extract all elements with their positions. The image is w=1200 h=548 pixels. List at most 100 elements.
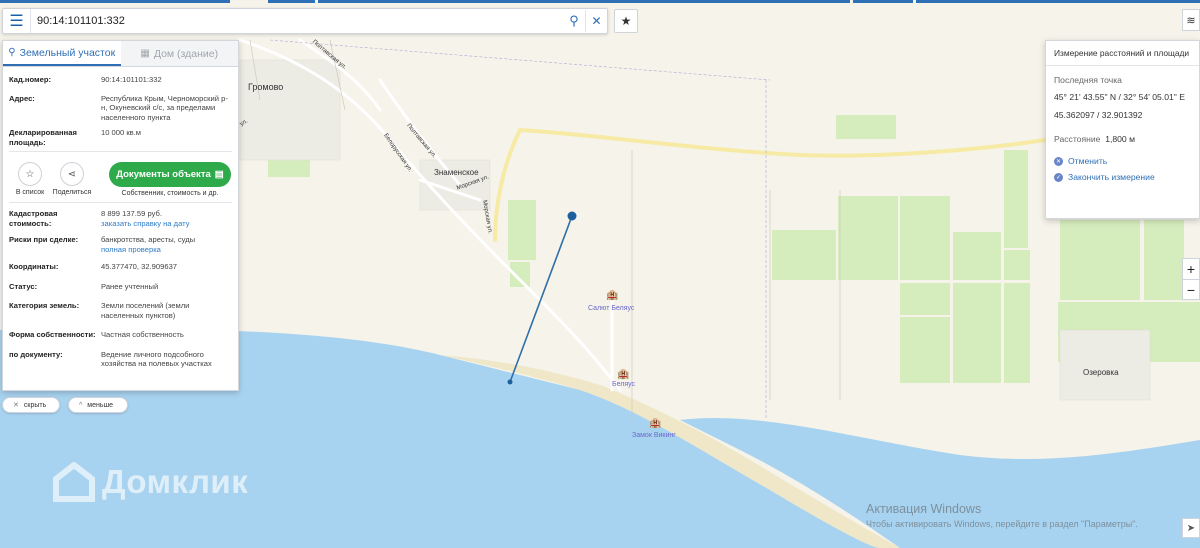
address-label: Адрес: xyxy=(9,93,35,103)
cadastral-value[interactable]: 90:14:101101:332 xyxy=(101,75,232,85)
document-row: по документу: Ведение личного подсобного… xyxy=(3,350,238,369)
document-label: по документу: xyxy=(9,349,63,359)
poi-label-belyaus[interactable]: Беляус xyxy=(612,381,635,388)
last-point-dms: 45° 21' 43.55" N / 32° 54' 05.01" E xyxy=(1054,92,1185,102)
tab-land-plot[interactable]: ⚲ Земельный участок xyxy=(3,41,121,66)
cost-label: Кадастровая стоимость: xyxy=(9,209,58,228)
windows-activation-title: Активация Windows xyxy=(866,502,982,516)
full-check-link[interactable]: полная проверка xyxy=(101,245,232,255)
status-row: Статус: Ранее учтенный xyxy=(3,282,238,292)
risks-value: банкротства, аресты, суды xyxy=(101,235,196,244)
share-button[interactable]: ⋖ Поделиться xyxy=(51,162,93,196)
document-icon: ▤ xyxy=(214,169,224,180)
layers-icon[interactable]: ≋ xyxy=(1182,9,1200,31)
document-value: Ведение личного подсобного хозяйства на … xyxy=(101,349,212,369)
building-icon: ▦ xyxy=(140,48,150,59)
locate-icon[interactable]: ➤ xyxy=(1182,518,1200,538)
share-icon: ⋖ xyxy=(60,162,84,186)
finish-measure-button[interactable]: ✓ Закончить измерение xyxy=(1046,172,1199,182)
land-plot-icon: ⚲ xyxy=(8,47,16,58)
search-icon[interactable]: ⚲ xyxy=(563,10,585,32)
domclick-watermark: Домклик xyxy=(52,462,248,502)
panel-actions: ☆ В список ⋖ Поделиться Документы объект… xyxy=(3,156,238,198)
distance-value: 1,800 м xyxy=(1105,134,1136,144)
category-value: Земли поселений (земли населенных пункто… xyxy=(101,301,190,320)
zoom-control: + − xyxy=(1182,258,1200,300)
top-strip xyxy=(0,0,230,3)
check-icon: ✓ xyxy=(1054,172,1063,182)
measure-panel: Измерение расстояний и площади Последняя… xyxy=(1045,40,1200,219)
menu-icon[interactable]: ☰ xyxy=(3,9,31,33)
cost-row: Кадастровая стоимость: 8 899 137.59 руб.… xyxy=(3,209,238,228)
hide-panel-button[interactable]: ✕ скрыть xyxy=(2,397,60,413)
poi-label-salyut[interactable]: Салют Беляус xyxy=(588,305,634,312)
tab-building[interactable]: ▦ Дом (здание) xyxy=(120,41,238,66)
hotel-icon[interactable]: 🏨 xyxy=(606,290,618,301)
cost-value: 8 899 137.59 руб. xyxy=(101,209,162,218)
ownership-row: Форма собственности: Частная собственнос… xyxy=(3,330,238,340)
category-label: Категория земель: xyxy=(9,301,80,310)
cancel-icon: ✕ xyxy=(1054,156,1063,166)
risks-label: Риски при сделке: xyxy=(9,235,79,244)
zoom-out-button[interactable]: − xyxy=(1183,279,1199,299)
risks-row: Риски при сделке: банкротства, аресты, с… xyxy=(3,235,238,254)
address-value: Республика Крым, Черноморский р-н, Окуне… xyxy=(101,93,228,122)
cadastral-row: Кад.номер: 90:14:101101:332 xyxy=(3,75,238,85)
last-point-label: Последняя точка xyxy=(1054,75,1122,85)
object-info-panel: ⚲ Земельный участок ▦ Дом (здание) Кад.н… xyxy=(2,40,239,391)
cancel-measure-button[interactable]: ✕ Отменить xyxy=(1046,156,1199,166)
tab-label: Земельный участок xyxy=(19,46,116,59)
documents-subtitle: Собственник, стоимость и др. xyxy=(121,190,219,197)
search-bar: ☰ ⚲ ✕ xyxy=(2,8,608,34)
top-strip xyxy=(853,0,913,3)
tab-label: Дом (здание) xyxy=(153,47,219,60)
cancel-label: Отменить xyxy=(1068,156,1108,166)
add-to-list-button[interactable]: ☆ В список xyxy=(9,162,51,196)
measure-point-start xyxy=(507,379,513,385)
object-documents-button[interactable]: Документы объекта ▤ xyxy=(109,162,231,187)
top-strip xyxy=(318,0,850,3)
map-label-znamenskoe: Знаменское xyxy=(434,168,479,177)
poi-label-zamok[interactable]: Замок Викинг xyxy=(632,432,676,439)
zoom-in-button[interactable]: + xyxy=(1183,259,1199,279)
collapse-button[interactable]: ^ меньше xyxy=(68,397,128,413)
status-value: Ранее учтенный xyxy=(101,281,159,291)
hide-label: скрыть xyxy=(23,401,47,409)
star-icon[interactable]: ★ xyxy=(614,9,638,33)
search-input[interactable] xyxy=(31,10,563,32)
house-logo-icon xyxy=(53,462,95,502)
area-label: Декларированная площадь: xyxy=(9,128,77,147)
chevron-up-icon: ^ xyxy=(79,401,83,409)
hotel-icon[interactable]: 🏨 xyxy=(617,369,629,380)
less-label: меньше xyxy=(87,401,114,409)
windows-activation-hint: Чтобы активировать Windows, перейдите в … xyxy=(866,519,1138,529)
documents-label: Документы объекта xyxy=(116,169,211,180)
add-to-list-label: В список xyxy=(15,189,45,196)
ownership-value: Частная собственность xyxy=(101,330,184,339)
map-label-ozerovka: Озеровка xyxy=(1083,368,1119,377)
map-label-gromovo: Громово xyxy=(248,82,284,92)
top-strip xyxy=(916,0,1200,3)
measure-point-end xyxy=(567,211,577,221)
ownership-label: Форма собственности: xyxy=(9,330,96,339)
last-point-decimal: 45.362097 / 32.901392 xyxy=(1054,110,1143,120)
area-row: Декларированная площадь: 10 000 кв.м xyxy=(3,128,238,147)
domclick-brand: Домклик xyxy=(102,463,249,500)
area-value: 10 000 кв.м xyxy=(101,128,142,137)
divider xyxy=(9,202,232,203)
distance-label: Расстояние xyxy=(1054,134,1101,144)
measure-title: Измерение расстояний и площади xyxy=(1046,41,1199,66)
close-icon: ✕ xyxy=(13,402,19,409)
coords-row: Координаты: 45.377470, 32.909637 xyxy=(3,262,238,272)
top-strip xyxy=(268,0,315,3)
coords-label: Координаты: xyxy=(9,262,59,271)
coords-value: 45.377470, 32.909637 xyxy=(101,262,178,271)
order-certificate-link[interactable]: заказать справку на дату xyxy=(101,219,232,229)
category-row: Категория земель: Земли поселений (земли… xyxy=(3,301,238,320)
star-outline-icon: ☆ xyxy=(18,162,42,186)
close-icon[interactable]: ✕ xyxy=(585,10,607,32)
hotel-icon[interactable]: 🏨 xyxy=(649,418,661,429)
share-label: Поделиться xyxy=(52,189,92,196)
finish-label: Закончить измерение xyxy=(1068,172,1155,182)
status-label: Статус: xyxy=(9,281,38,291)
